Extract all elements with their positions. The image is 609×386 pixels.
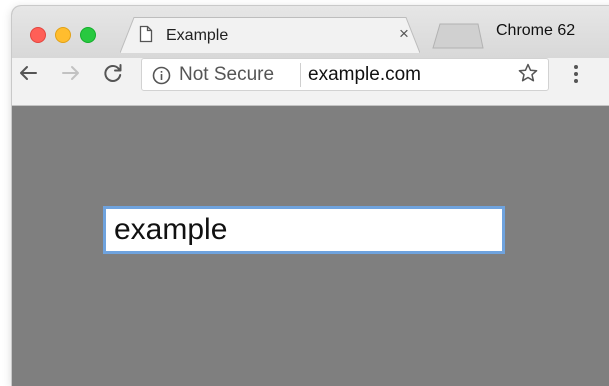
minimize-window-button[interactable] [55, 27, 71, 43]
text-input[interactable] [103, 206, 505, 254]
reload-icon[interactable] [102, 62, 124, 84]
new-tab-button[interactable] [430, 23, 484, 49]
close-window-button[interactable] [30, 27, 46, 43]
tab-title: Example [166, 27, 229, 44]
url-text[interactable]: example.com [308, 64, 421, 86]
address-bar-divider [300, 63, 301, 87]
back-arrow-icon[interactable] [17, 62, 39, 84]
forward-arrow-icon[interactable] [60, 62, 82, 84]
document-icon [139, 25, 153, 43]
app-name: Chrome 62 [496, 22, 576, 39]
security-status-label[interactable]: Not Secure [179, 64, 274, 86]
zoom-window-button[interactable] [80, 27, 96, 43]
star-icon[interactable] [517, 62, 539, 84]
tab-close-icon[interactable]: × [395, 25, 413, 43]
info-icon[interactable] [152, 66, 171, 85]
kebab-menu-icon[interactable] [572, 63, 580, 85]
tab-example[interactable] [120, 17, 420, 53]
